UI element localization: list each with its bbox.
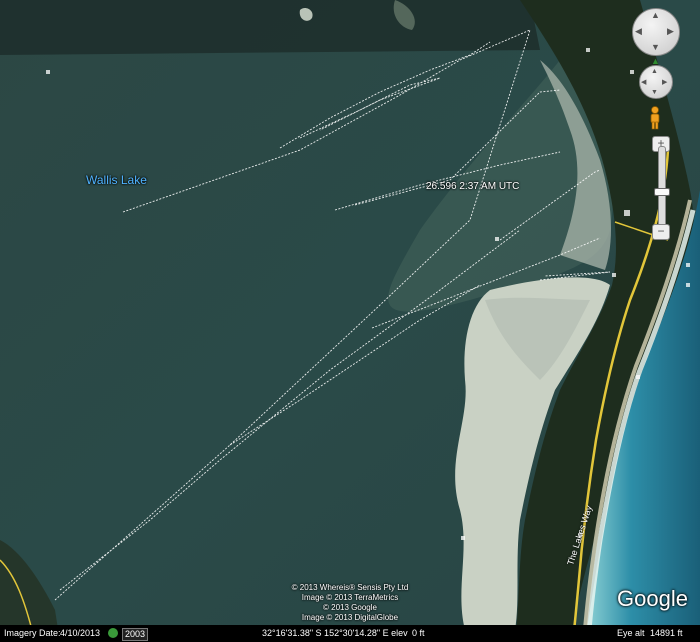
historical-year-badge[interactable]: 2003 bbox=[122, 628, 149, 641]
lake-label: Wallis Lake bbox=[86, 173, 147, 187]
pointer-coordinates: 32°16'31.38" S 152°30'14.28" E elev bbox=[262, 628, 408, 638]
track-timestamp-label: 26.596 2:37 AM UTC bbox=[426, 181, 520, 192]
zoom-out-button[interactable]: − bbox=[652, 224, 670, 240]
placemark[interactable] bbox=[586, 48, 590, 52]
satellite-imagery[interactable] bbox=[0, 0, 700, 642]
eye-altitude-value: 14891 ft bbox=[650, 628, 683, 638]
move-west-icon[interactable]: ◀ bbox=[641, 78, 646, 87]
placemark[interactable] bbox=[612, 273, 616, 277]
google-logo: Google bbox=[617, 586, 688, 611]
historical-imagery-icon[interactable] bbox=[108, 628, 118, 638]
placemark[interactable] bbox=[495, 237, 499, 241]
imagery-attribution: © 2013 Whereis® Sensis Pty Ltd Image © 2… bbox=[0, 583, 700, 623]
look-west-icon[interactable]: ◀ bbox=[635, 27, 642, 36]
imagery-date-label: Imagery Date: bbox=[4, 628, 61, 638]
imagery-date-value: 4/10/2013 bbox=[60, 628, 101, 638]
attribution-line: Image © 2013 TerraMetrics bbox=[301, 593, 399, 602]
placemark[interactable] bbox=[686, 263, 690, 267]
placemark[interactable] bbox=[630, 70, 634, 74]
move-north-icon[interactable]: ▲ bbox=[651, 67, 658, 76]
map-view[interactable]: Wallis Lake 26.596 2:37 AM UTC The Lakes… bbox=[0, 0, 700, 642]
placemark[interactable] bbox=[46, 70, 50, 74]
status-bar: Imagery Date: 4/10/2013 2003 32°16'31.38… bbox=[0, 625, 700, 642]
attribution-line: © 2013 Whereis® Sensis Pty Ltd bbox=[291, 583, 409, 592]
placemark[interactable] bbox=[636, 375, 640, 379]
placemark[interactable] bbox=[686, 283, 690, 287]
dark-top-band bbox=[0, 0, 540, 55]
look-east-icon[interactable]: ▶ bbox=[667, 27, 674, 36]
attribution-line: © 2013 Google bbox=[323, 603, 377, 612]
zoom-slider-handle[interactable] bbox=[654, 188, 670, 196]
eye-altitude-label: Eye alt bbox=[617, 628, 645, 638]
move-east-icon[interactable]: ▶ bbox=[662, 78, 667, 87]
attribution-line: Image © 2013 DigitalGlobe bbox=[301, 613, 399, 622]
placemark[interactable] bbox=[461, 536, 465, 540]
look-north-icon[interactable]: ▲ bbox=[651, 11, 660, 20]
elevation-value: 0 ft bbox=[412, 628, 425, 638]
look-south-icon[interactable]: ▼ bbox=[651, 43, 660, 52]
move-south-icon[interactable]: ▼ bbox=[651, 88, 658, 97]
placemark[interactable] bbox=[624, 210, 630, 216]
pegman-icon[interactable] bbox=[649, 106, 661, 130]
